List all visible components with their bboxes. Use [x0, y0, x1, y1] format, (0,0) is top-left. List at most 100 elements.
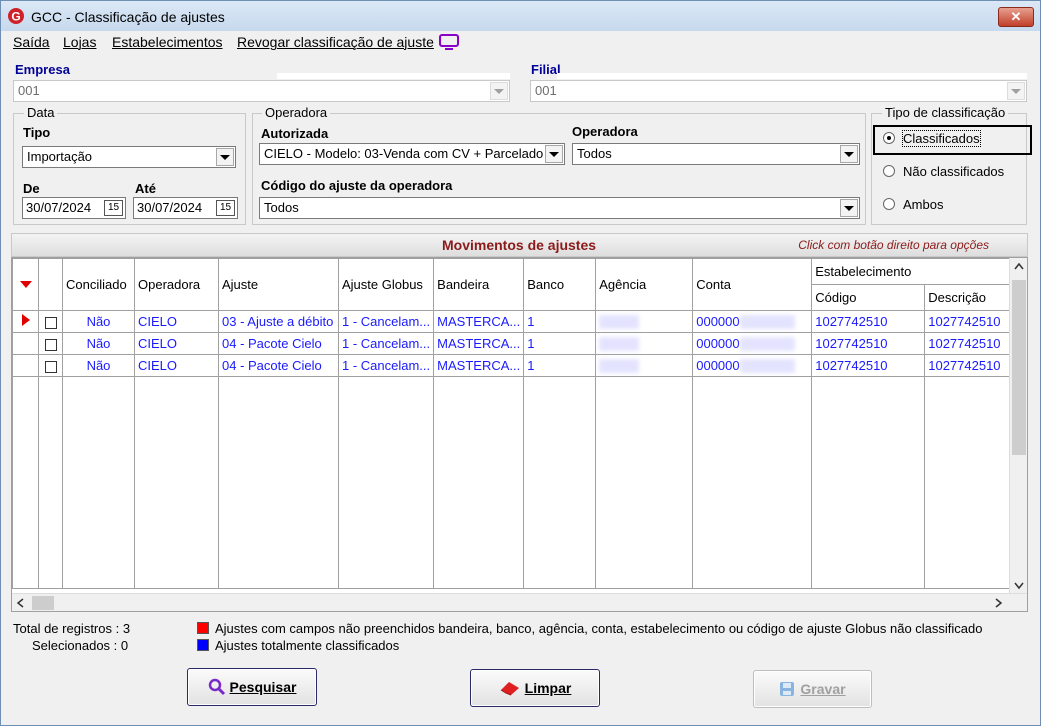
chevron-down-icon [840, 145, 858, 163]
autorizada-select[interactable]: CIELO - Modelo: 03-Venda com CV + Parcel… [259, 143, 565, 165]
scroll-left-icon[interactable] [16, 598, 24, 608]
grid-hint: Click com botão direito para opções [798, 238, 989, 252]
descricao-cell: 1027742510 [924, 332, 1019, 355]
col-agencia[interactable]: Agência [595, 258, 694, 311]
grid-header-bar: Movimentos de ajustes Click com botão di… [11, 233, 1028, 257]
vertical-scrollbar[interactable] [1009, 258, 1027, 594]
app-logo-icon: G [8, 8, 24, 24]
movimentos-table: Conciliado Operadora Ajuste Ajuste Globu… [12, 258, 1019, 589]
banco-cell: 1 [523, 332, 597, 355]
col-estabelecimento[interactable]: Estabelecimento [811, 258, 1019, 285]
limpar-button[interactable]: Limpar [470, 669, 600, 707]
menu-revogar-classificacao[interactable]: Revogar classificação de ajuste [237, 34, 434, 50]
row-checkbox[interactable] [44, 316, 57, 329]
operadora-select[interactable]: Todos [572, 143, 860, 165]
row-checkbox[interactable] [44, 338, 57, 351]
monitor-icon[interactable] [439, 34, 459, 51]
radio-classificados[interactable]: Classificados [883, 130, 993, 147]
tipo-select[interactable]: Importação [22, 146, 236, 168]
table-row[interactable]: Não CIELO 04 - Pacote Cielo 1 - Cancelam… [12, 354, 1019, 377]
close-button[interactable]: ✕ [998, 7, 1034, 27]
menu-lojas[interactable]: Lojas [63, 34, 96, 50]
menu-estabelecimentos[interactable]: Estabelecimentos [112, 34, 223, 50]
descricao-cell: 1027742510 [924, 310, 1019, 333]
table-row[interactable]: Não CIELO 04 - Pacote Cielo 1 - Cancelam… [12, 332, 1019, 355]
operadora-cell: CIELO [134, 354, 219, 377]
data-group-title: Data [24, 105, 58, 120]
col-bandeira[interactable]: Bandeira [433, 258, 525, 311]
chevron-down-icon [490, 82, 508, 100]
empresa-select[interactable]: 001 [13, 80, 510, 102]
legend-red-swatch [197, 622, 209, 634]
conta-value: 000000 [696, 357, 740, 373]
filial-select[interactable]: 001 [530, 80, 1027, 102]
save-icon [780, 682, 795, 696]
menu-saida[interactable]: Saída [13, 34, 50, 50]
scroll-down-icon[interactable] [1014, 582, 1024, 590]
radio-nao-classificados[interactable]: Não classificados [883, 164, 1023, 180]
scroll-right-icon[interactable] [995, 598, 1003, 608]
vertical-scroll-thumb[interactable] [1012, 280, 1026, 455]
legend-blue-swatch [197, 639, 209, 651]
codigo-ajuste-select[interactable]: Todos [259, 197, 860, 219]
table-row[interactable]: Não CIELO 03 - Ajuste a débito 1 - Cance… [12, 310, 1019, 333]
calendar-icon[interactable]: 15 [104, 200, 123, 216]
conta-value: 000000 [696, 335, 740, 351]
codigo-ajuste-label: Código do ajuste da operadora [261, 178, 453, 193]
conciliado-cell: Não [62, 310, 135, 333]
conta-cell: 000000 [692, 310, 813, 333]
horizontal-scrollbar[interactable] [12, 593, 1027, 611]
col-ajuste-globus[interactable]: Ajuste Globus [337, 258, 435, 311]
agencia-cell [595, 310, 694, 333]
redacted-value [739, 315, 795, 330]
bandeira-cell: MASTERCA... [433, 354, 525, 377]
horizontal-scroll-thumb[interactable] [32, 596, 54, 610]
calendar-icon[interactable]: 15 [216, 200, 235, 216]
redacted-value [599, 315, 640, 330]
redacted-value [599, 359, 640, 374]
select-cell[interactable] [38, 332, 63, 355]
chevron-down-icon [840, 199, 858, 217]
select-cell[interactable] [38, 310, 63, 333]
radio-ambos[interactable]: Ambos [883, 197, 983, 213]
col-descricao[interactable]: Descrição [924, 284, 1019, 311]
col-codigo[interactable]: Código [811, 284, 926, 311]
gravar-button[interactable]: Gravar [753, 670, 872, 708]
sort-arrow-icon [19, 281, 32, 288]
ate-date-input[interactable]: 30/07/2024 15 [133, 197, 238, 219]
pesquisar-button[interactable]: Pesquisar [187, 668, 317, 706]
bandeira-cell: MASTERCA... [433, 332, 525, 355]
filial-name-redaction [557, 73, 1027, 79]
descricao-cell: 1027742510 [924, 354, 1019, 377]
conta-cell: 000000 [692, 332, 813, 355]
row-indicator-header[interactable] [12, 258, 39, 311]
operadora-cell: CIELO [134, 332, 219, 355]
select-cell[interactable] [38, 354, 63, 377]
row-checkbox[interactable] [44, 360, 57, 373]
row-pointer-cell [12, 332, 39, 355]
radio-unselected-icon [883, 198, 895, 210]
col-banco[interactable]: Banco [523, 258, 597, 311]
col-operadora[interactable]: Operadora [134, 258, 219, 311]
radio-selected-icon [883, 132, 895, 144]
col-ajuste[interactable]: Ajuste [218, 258, 339, 311]
autorizada-label: Autorizada [261, 126, 329, 141]
selecionados-count: Selecionados : 0 [32, 638, 129, 653]
ajuste-cell: 03 - Ajuste a débito [218, 310, 339, 333]
row-pointer-cell [12, 354, 39, 377]
scroll-up-icon[interactable] [1014, 262, 1024, 270]
movimentos-grid[interactable]: Conciliado Operadora Ajuste Ajuste Globu… [11, 257, 1028, 612]
codigo-ajuste-value: Todos [264, 200, 299, 215]
ajuste-cell: 04 - Pacote Cielo [218, 332, 339, 355]
pesquisar-label: Pesquisar [229, 679, 297, 695]
svg-text:G: G [11, 10, 20, 24]
main-window: G GCC - Classificação de ajustes ✕ Saída… [0, 0, 1041, 726]
limpar-label: Limpar [524, 680, 572, 696]
menu-bar: Saída Lojas Estabelecimentos Revogar cla… [1, 31, 1040, 53]
col-conciliado[interactable]: Conciliado [62, 258, 135, 311]
title-bar: G GCC - Classificação de ajustes ✕ [1, 1, 1040, 31]
check-header[interactable] [38, 258, 63, 311]
radio-nao-classificados-label: Não classificados [903, 164, 1005, 179]
col-conta[interactable]: Conta [692, 258, 813, 311]
de-date-input[interactable]: 30/07/2024 15 [22, 197, 126, 219]
